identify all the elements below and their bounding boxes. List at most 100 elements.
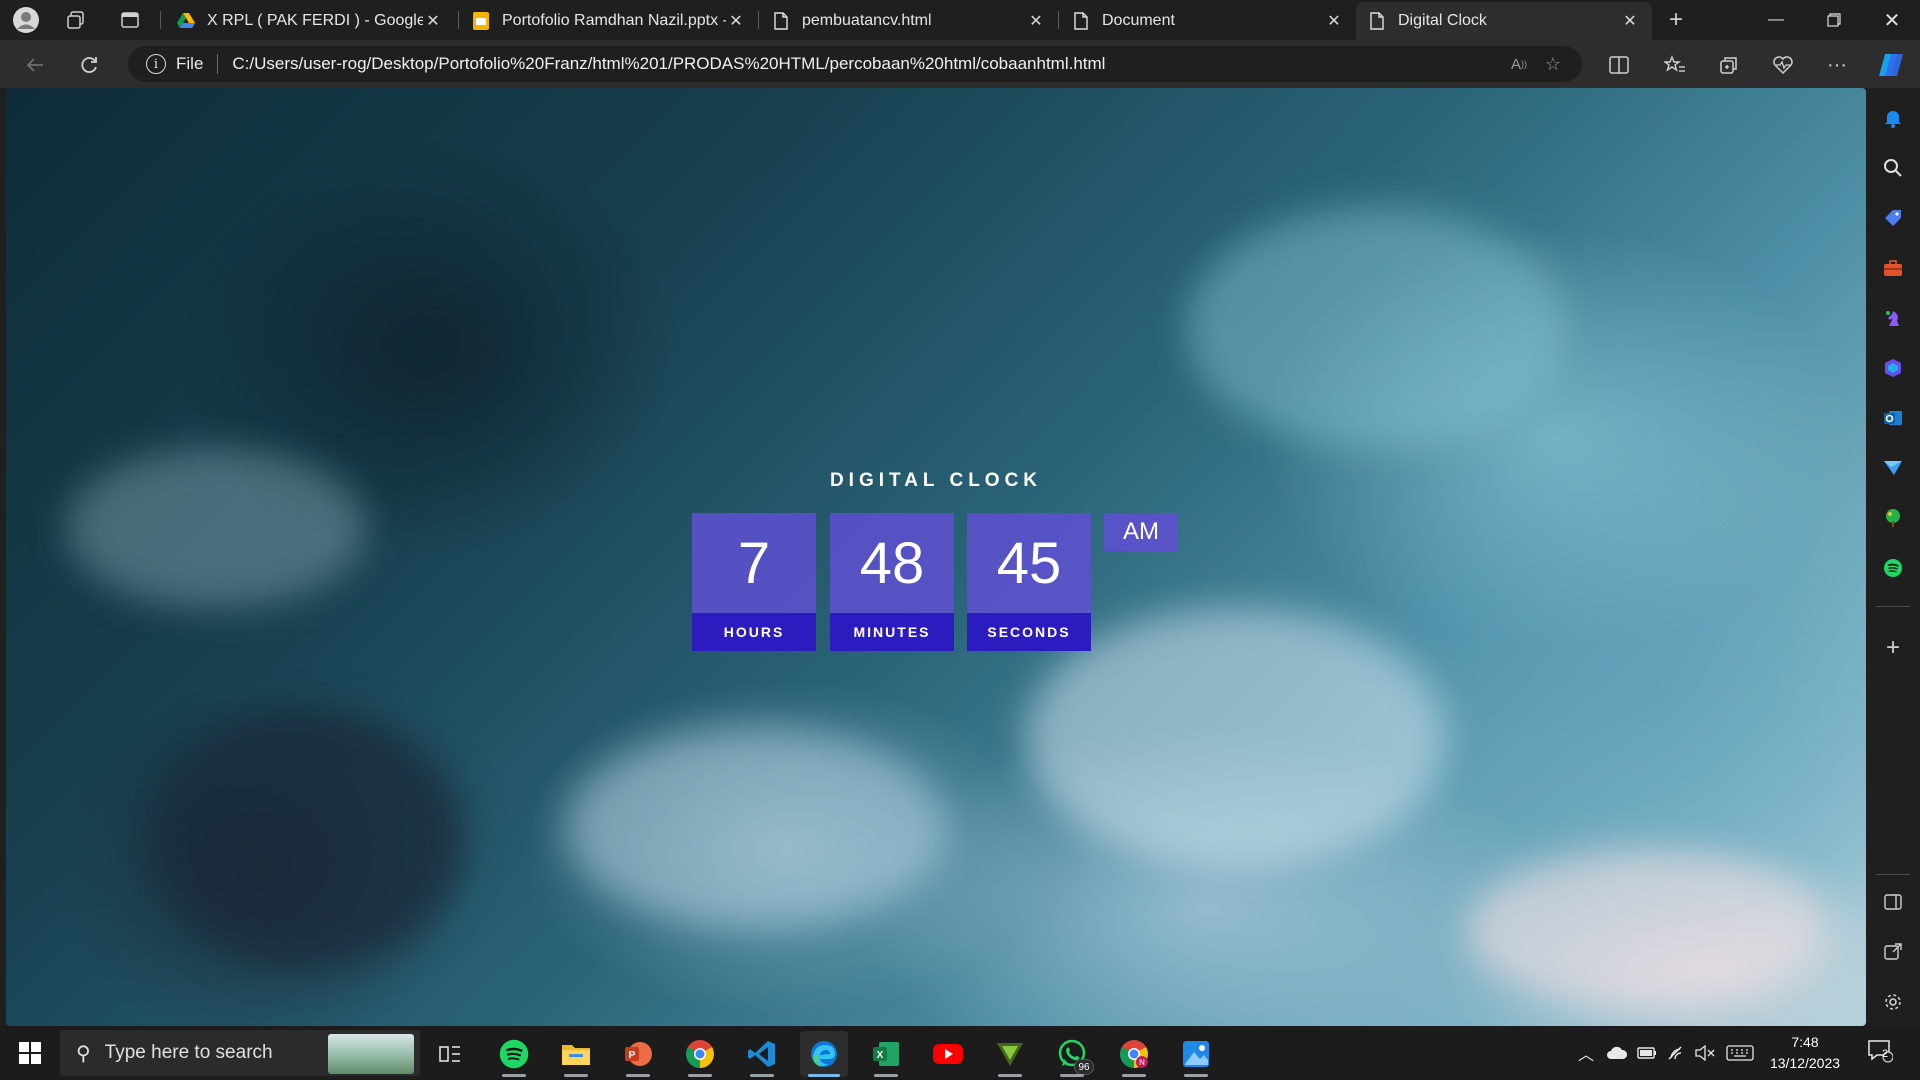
wifi-icon[interactable] bbox=[1664, 1040, 1690, 1066]
tab-digital-clock[interactable]: Digital Clock ✕ bbox=[1356, 2, 1652, 40]
start-button[interactable] bbox=[10, 1035, 50, 1071]
taskbar-app-whatsapp[interactable]: 96 bbox=[1048, 1031, 1096, 1077]
taskbar-app-excel[interactable]: X bbox=[862, 1031, 910, 1077]
running-indicator bbox=[998, 1074, 1022, 1077]
notification-icon bbox=[1868, 1040, 1893, 1063]
volume-muted-icon[interactable] bbox=[1692, 1040, 1718, 1066]
page-viewport: DIGITAL CLOCK 7 HOURS 48 MINUTES 45 SECO… bbox=[6, 88, 1866, 1026]
more-dots-icon: ··· bbox=[1827, 53, 1847, 76]
taskbar-app-powerpoint[interactable]: P bbox=[614, 1031, 662, 1077]
open-external-icon[interactable] bbox=[1879, 938, 1907, 966]
windows-logo-icon bbox=[19, 1042, 41, 1064]
taskbar-app-photos[interactable] bbox=[1172, 1031, 1220, 1077]
notification-center-button[interactable]: 2 bbox=[1862, 1038, 1898, 1064]
hours-label: HOURS bbox=[692, 613, 816, 651]
running-indicator bbox=[688, 1074, 712, 1077]
notification-bell-icon[interactable] bbox=[1879, 104, 1907, 132]
close-tab-icon[interactable]: ✕ bbox=[1620, 11, 1640, 31]
workspaces-button[interactable] bbox=[60, 4, 92, 36]
tab-separator bbox=[160, 11, 161, 29]
back-arrow-icon bbox=[26, 58, 43, 72]
add-sidebar-app-icon[interactable]: + bbox=[1879, 634, 1907, 662]
taskbar-app-chrome[interactable] bbox=[676, 1031, 724, 1077]
hide-sidebar-icon[interactable] bbox=[1879, 888, 1907, 916]
refresh-button[interactable] bbox=[72, 48, 106, 82]
svg-text:N: N bbox=[1139, 1058, 1145, 1067]
tab-label: Digital Clock bbox=[1398, 12, 1487, 29]
taskbar-app-youtube[interactable] bbox=[924, 1031, 972, 1077]
seconds-label: SECONDS bbox=[967, 613, 1091, 651]
back-button[interactable] bbox=[18, 48, 52, 82]
tab-actions-button[interactable] bbox=[114, 4, 146, 36]
background-wave bbox=[1466, 848, 1826, 1008]
tab-google-slides[interactable]: Portofolio Ramdhan Nazil.pptx - Google S… bbox=[460, 2, 758, 40]
vertical-tabs-icon bbox=[121, 12, 139, 28]
restore-button[interactable] bbox=[1806, 0, 1862, 40]
task-view-icon bbox=[439, 1046, 460, 1062]
collections-button[interactable] bbox=[1712, 48, 1746, 82]
sidebar-divider bbox=[1876, 606, 1910, 607]
close-tab-icon[interactable]: ✕ bbox=[1026, 11, 1046, 31]
address-bar[interactable]: i File C:/Users/user-rog/Desktop/Portofo… bbox=[128, 46, 1582, 82]
background-wave bbox=[566, 728, 946, 928]
taskbar-app-spotify[interactable] bbox=[490, 1031, 538, 1077]
sidebar-settings-gear-icon[interactable] bbox=[1879, 988, 1907, 1016]
site-info-icon[interactable]: i bbox=[146, 54, 166, 74]
tab-separator bbox=[458, 11, 459, 29]
vscode-icon bbox=[748, 1041, 775, 1067]
profile-avatar-button[interactable] bbox=[10, 4, 42, 36]
edge-sidebar: + bbox=[1866, 88, 1920, 1026]
svg-text:P: P bbox=[629, 1050, 636, 1061]
new-tab-button[interactable]: + bbox=[1660, 4, 1692, 36]
taskbar-app-vectorize[interactable] bbox=[986, 1031, 1034, 1077]
close-tab-icon[interactable]: ✕ bbox=[726, 11, 746, 31]
microsoft-365-icon[interactable] bbox=[1879, 354, 1907, 382]
tab-google-drive[interactable]: X RPL ( PAK FERDI ) - Google Drive ✕ bbox=[165, 2, 455, 40]
touch-keyboard-icon[interactable] bbox=[1724, 1040, 1756, 1066]
chrome-profile-icon: N bbox=[1120, 1040, 1148, 1068]
tree-app-icon[interactable] bbox=[1879, 504, 1907, 532]
system-clock[interactable]: 7:48 13/12/2023 bbox=[1762, 1032, 1848, 1074]
taskbar-app-file-explorer[interactable] bbox=[552, 1031, 600, 1077]
minimize-button[interactable]: — bbox=[1748, 0, 1804, 40]
tools-toolbox-icon[interactable] bbox=[1879, 254, 1907, 282]
file-icon bbox=[772, 12, 790, 30]
outlook-icon[interactable] bbox=[1879, 404, 1907, 432]
drop-send-icon[interactable] bbox=[1879, 454, 1907, 482]
taskbar-app-vscode[interactable] bbox=[738, 1031, 786, 1077]
tab-label: X RPL ( PAK FERDI ) - Google Drive bbox=[207, 12, 423, 29]
browser-essentials-button[interactable] bbox=[1766, 48, 1800, 82]
settings-more-button[interactable]: ··· bbox=[1820, 48, 1854, 82]
close-tab-icon[interactable]: ✕ bbox=[423, 11, 443, 31]
tab-pembuatancv[interactable]: pembuatancv.html ✕ bbox=[760, 2, 1058, 40]
shopping-tag-icon[interactable] bbox=[1879, 204, 1907, 232]
close-tab-icon[interactable]: ✕ bbox=[1324, 11, 1344, 31]
task-view-button[interactable] bbox=[426, 1031, 474, 1077]
tab-document[interactable]: Document ✕ bbox=[1060, 2, 1356, 40]
games-chess-icon[interactable] bbox=[1879, 304, 1907, 332]
tab-separator bbox=[1058, 11, 1059, 29]
battery-icon[interactable] bbox=[1634, 1040, 1660, 1066]
minutes-value: 48 bbox=[859, 530, 925, 596]
url-text[interactable]: C:/Users/user-rog/Desktop/Portofolio%20F… bbox=[232, 54, 1502, 74]
running-indicator bbox=[1060, 1074, 1084, 1077]
taskbar-app-chrome-profile[interactable]: N bbox=[1110, 1031, 1158, 1077]
favorite-star-icon[interactable]: ☆ bbox=[1536, 47, 1570, 81]
favorites-button[interactable] bbox=[1658, 48, 1692, 82]
spotify-icon[interactable] bbox=[1879, 554, 1907, 582]
onedrive-cloud-icon[interactable] bbox=[1604, 1040, 1630, 1066]
collections-icon bbox=[1720, 57, 1737, 74]
read-aloud-icon[interactable]: A)) bbox=[1502, 47, 1536, 81]
copilot-button[interactable] bbox=[1874, 48, 1908, 82]
photos-icon bbox=[1183, 1041, 1209, 1067]
workspaces-icon bbox=[67, 11, 84, 29]
taskbar-search-box[interactable]: ⚲ Type here to search bbox=[60, 1030, 420, 1076]
copilot-icon bbox=[1879, 54, 1903, 76]
search-highlight-image bbox=[328, 1034, 414, 1074]
close-window-button[interactable]: ✕ bbox=[1864, 0, 1920, 40]
favorites-list-icon bbox=[1664, 55, 1685, 72]
taskbar-app-edge[interactable] bbox=[800, 1031, 848, 1077]
search-icon[interactable] bbox=[1879, 154, 1907, 182]
show-hidden-icons-button[interactable]: ︿ bbox=[1574, 1040, 1598, 1066]
split-screen-button[interactable] bbox=[1602, 48, 1636, 82]
